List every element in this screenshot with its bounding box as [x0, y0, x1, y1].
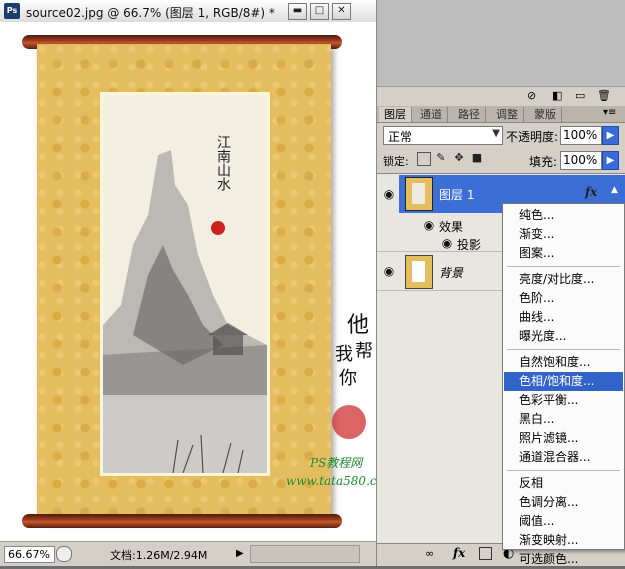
upper-panel-area	[377, 0, 625, 86]
add-style-icon[interactable]: fx	[453, 546, 465, 560]
panel-new-icon[interactable]: ◧	[552, 89, 562, 102]
lock-position-icon[interactable]: ✥	[453, 152, 465, 164]
menu-item[interactable]: 照片滤镜...	[504, 429, 623, 448]
background-eye-icon[interactable]: ◉	[381, 263, 397, 279]
expand-effects-icon[interactable]: ▲	[611, 185, 618, 195]
menu-item[interactable]: 色阶...	[504, 289, 623, 308]
menu-item[interactable]: 色相/饱和度...	[504, 372, 623, 391]
adjustment-layer-menu: 纯色... 渐变... 图案... 亮度/对比度... 色阶... 曲线... 曝光度...…	[502, 203, 625, 566]
close-button[interactable]: ✕	[332, 3, 351, 20]
menu-separator	[507, 349, 620, 350]
document-status-bar: 66.67% 文档:1.26M/2.94M ▶	[0, 541, 376, 566]
menu-item[interactable]: 图案...	[504, 244, 623, 263]
panel-menu-icon[interactable]: ▾≡	[603, 107, 616, 118]
blend-mode-select[interactable]: 正常 ▼	[383, 126, 503, 145]
zoom-field[interactable]: 66.67%	[4, 546, 55, 563]
menu-item[interactable]: 反相	[504, 474, 623, 493]
thumbnail-inner	[412, 261, 425, 282]
document-size-info: 文档:1.26M/2.94M	[110, 549, 208, 562]
background-thumbnail	[405, 255, 433, 289]
chevron-down-icon: ▼	[492, 128, 500, 139]
upper-panel-footer: ⊘ ◧ ▭ 🗑	[377, 86, 625, 108]
opacity-arrow-button[interactable]: ▶	[602, 126, 619, 145]
menu-item[interactable]: 曝光度...	[504, 327, 623, 346]
menu-item[interactable]: 可选颜色...	[504, 550, 623, 569]
menu-item[interactable]: 渐变...	[504, 225, 623, 244]
menu-item[interactable]: 曲线...	[504, 308, 623, 327]
document-title: source02.jpg @ 66.7% (图层 1, RGB/8#) *	[26, 6, 275, 20]
menu-item[interactable]: 自然饱和度...	[504, 353, 623, 372]
svg-text:帮: 帮	[355, 341, 373, 362]
lock-transparent-icon[interactable]	[417, 152, 431, 166]
menu-item[interactable]: 色调分离...	[504, 493, 623, 512]
minimize-button[interactable]: ▬	[288, 3, 307, 20]
painting-drawing: 江南山水	[103, 135, 267, 474]
menu-item[interactable]: 通道混合器...	[504, 448, 623, 467]
photoshop-icon: Ps	[4, 3, 20, 19]
status-arrow-icon[interactable]: ▶	[236, 548, 244, 559]
menu-item[interactable]: 纯色...	[504, 206, 623, 225]
menu-item[interactable]: 渐变映射...	[504, 531, 623, 550]
new-item-icon[interactable]: ▭	[575, 89, 585, 102]
horizontal-scrollbar[interactable]	[250, 545, 360, 563]
watermark-url: www.tata580.com	[286, 474, 376, 488]
fill-field[interactable]: 100%	[560, 151, 602, 170]
effects-label[interactable]: 效果	[439, 218, 463, 235]
tab-masks[interactable]: 蒙版	[529, 107, 562, 122]
background-layer-name[interactable]: 背景	[439, 264, 463, 281]
tab-paths[interactable]: 路径	[453, 107, 486, 122]
trash-icon[interactable]: 🗑	[597, 89, 611, 102]
fx-icon[interactable]: fx	[585, 185, 597, 199]
thumbnail-painting	[412, 183, 425, 204]
eye-icon[interactable]: ◉	[381, 186, 397, 202]
svg-text:你: 你	[339, 368, 357, 389]
tab-channels[interactable]: 通道	[415, 107, 448, 122]
restore-button[interactable]: □	[310, 3, 329, 20]
drop-shadow-eye-icon[interactable]: ◉	[439, 235, 455, 251]
svg-text:我: 我	[335, 344, 353, 365]
scroll-bottom-rod	[22, 514, 342, 528]
lock-all-icon[interactable]: ■	[471, 152, 483, 164]
link-layers-icon[interactable]: ∞	[425, 547, 434, 560]
blend-mode-value: 正常	[388, 130, 413, 144]
menu-item[interactable]: 黑白...	[504, 410, 623, 429]
watermark-title: PS教程网	[310, 456, 363, 470]
effects-eye-icon[interactable]: ◉	[421, 217, 437, 233]
panel-nav-icon[interactable]: ⊘	[527, 89, 536, 102]
menu-separator	[507, 266, 620, 267]
menu-item[interactable]: 色彩平衡...	[504, 391, 623, 410]
tab-adjustments[interactable]: 调整	[491, 107, 524, 122]
layer1-thumbnail	[405, 177, 433, 211]
menu-item[interactable]: 阈值...	[504, 512, 623, 531]
opacity-field[interactable]: 100%	[560, 126, 602, 145]
document-window: Ps source02.jpg @ 66.7% (图层 1, RGB/8#) *…	[0, 0, 377, 566]
panel-tabs: 图层 通道 路径 调整 蒙版 ▾≡	[377, 106, 625, 123]
calligraphy-inscription: 他 我 帮 你	[332, 313, 373, 439]
lock-paint-icon[interactable]: ✎	[435, 152, 447, 164]
status-menu-icon[interactable]	[56, 546, 72, 562]
document-title-bar[interactable]: Ps source02.jpg @ 66.7% (图层 1, RGB/8#) *…	[0, 0, 376, 23]
opacity-label: 不透明度:	[506, 130, 559, 144]
menu-separator	[507, 470, 620, 471]
svg-text:江南山水: 江南山水	[215, 135, 231, 191]
add-mask-icon[interactable]	[479, 547, 492, 560]
lock-label: 锁定:	[383, 155, 409, 168]
menu-item[interactable]: 亮度/对比度...	[504, 270, 623, 289]
landscape-painting: 江南山水	[100, 92, 270, 476]
fill-arrow-button[interactable]: ▶	[602, 151, 619, 170]
tab-layers[interactable]: 图层	[379, 107, 412, 122]
fill-label: 填充:	[529, 155, 558, 169]
image-canvas[interactable]: 江南山水 他 我 帮 你 PS教程网 www.tata580.com	[0, 22, 376, 541]
svg-text:他: 他	[347, 313, 369, 338]
layer1-name[interactable]: 图层 1	[439, 186, 474, 203]
